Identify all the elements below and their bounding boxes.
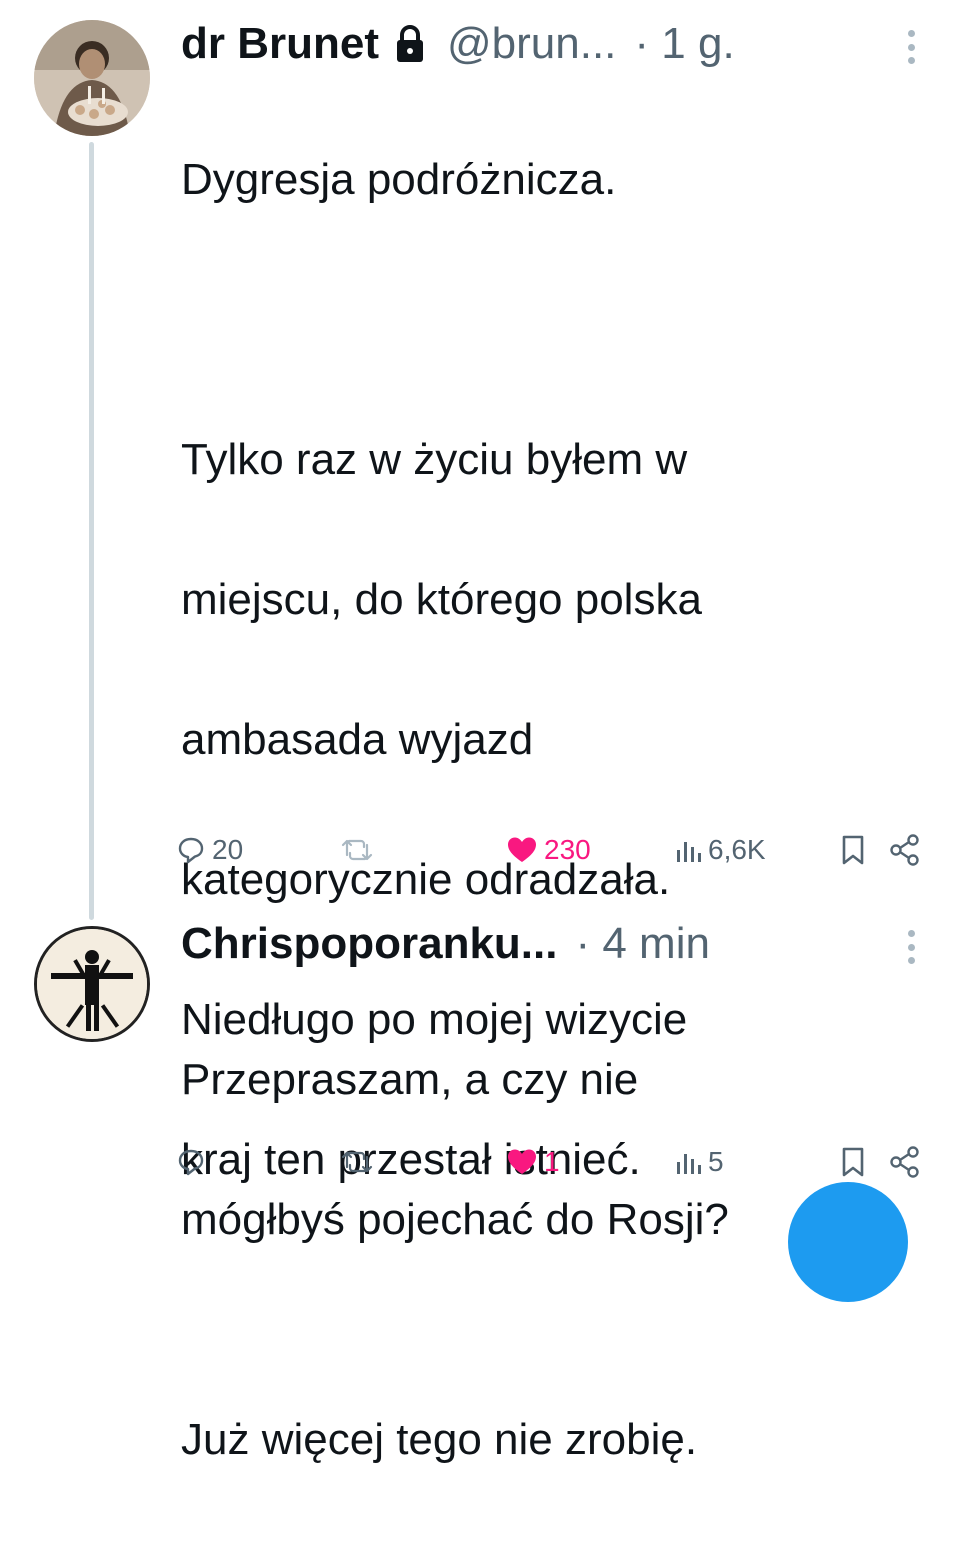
share-button[interactable] — [888, 1140, 922, 1184]
tweet-text-blank-line — [181, 285, 921, 355]
tweet-text-line: ambasada wyjazd — [181, 715, 534, 764]
bookmark-button[interactable] — [840, 1140, 866, 1184]
views-icon — [674, 1148, 702, 1176]
tweet-action-bar: 20 230 6,6K — [176, 828, 924, 872]
tweet-text-line: Dygresja podróżnicza. — [181, 155, 617, 204]
lock-icon — [393, 24, 427, 64]
tweet-text-line: miejscu, do którego polska — [181, 575, 702, 624]
repost-button[interactable] — [340, 1140, 380, 1184]
reply-icon — [176, 1147, 206, 1177]
avatar-dr-brunet[interactable] — [34, 20, 150, 136]
reply-icon — [176, 835, 206, 865]
avatar-chrispoporanku[interactable] — [34, 926, 150, 1042]
heart-icon — [506, 1147, 538, 1177]
bookmark-button[interactable] — [840, 828, 866, 872]
thread-connector-line — [89, 142, 94, 920]
share-icon — [888, 1145, 922, 1179]
tweet-text-line: Przepraszam, a czy nie — [181, 1055, 639, 1104]
like-count: 230 — [544, 834, 591, 865]
bookmark-icon — [840, 834, 866, 866]
more-icon[interactable] — [908, 930, 918, 964]
views-count: 6,6K — [708, 834, 766, 865]
tweet-text-line: Już więcej tego nie zrobię. — [181, 1415, 698, 1464]
tweet-header: Chrispoporanku... · 4 min — [181, 912, 710, 976]
reply-count: 20 — [212, 834, 244, 865]
heart-icon — [506, 835, 538, 865]
tweet-action-bar: 1 5 — [176, 1140, 924, 1184]
compose-fab-button[interactable] — [788, 1182, 908, 1302]
more-icon[interactable] — [908, 30, 918, 64]
views-button[interactable]: 6,6K — [674, 828, 766, 872]
tweet-header: dr Brunet @brun... · 1 g. — [181, 12, 735, 76]
like-count: 1 — [544, 1146, 560, 1177]
repost-icon — [340, 1147, 374, 1177]
views-icon — [674, 836, 702, 864]
share-icon — [888, 833, 922, 867]
repost-button[interactable] — [340, 828, 380, 872]
bookmark-icon — [840, 1146, 866, 1178]
reply-button[interactable]: 20 — [176, 828, 243, 872]
tweet-timestamp[interactable]: · 1 g. — [634, 19, 734, 69]
views-count: 5 — [708, 1146, 724, 1177]
like-button[interactable]: 230 — [506, 828, 591, 872]
views-button[interactable]: 5 — [674, 1140, 724, 1184]
reply-button[interactable] — [176, 1140, 212, 1184]
author-handle[interactable]: @brun... — [447, 19, 616, 69]
repost-icon — [340, 835, 374, 865]
author-name[interactable]: dr Brunet — [181, 19, 379, 69]
like-button[interactable]: 1 — [506, 1140, 560, 1184]
tweet-text-line: Tylko raz w życiu byłem w — [181, 435, 688, 484]
author-name[interactable]: Chrispoporanku... — [181, 919, 557, 969]
share-button[interactable] — [888, 828, 922, 872]
tweet-timestamp[interactable]: · 4 min — [575, 919, 709, 969]
